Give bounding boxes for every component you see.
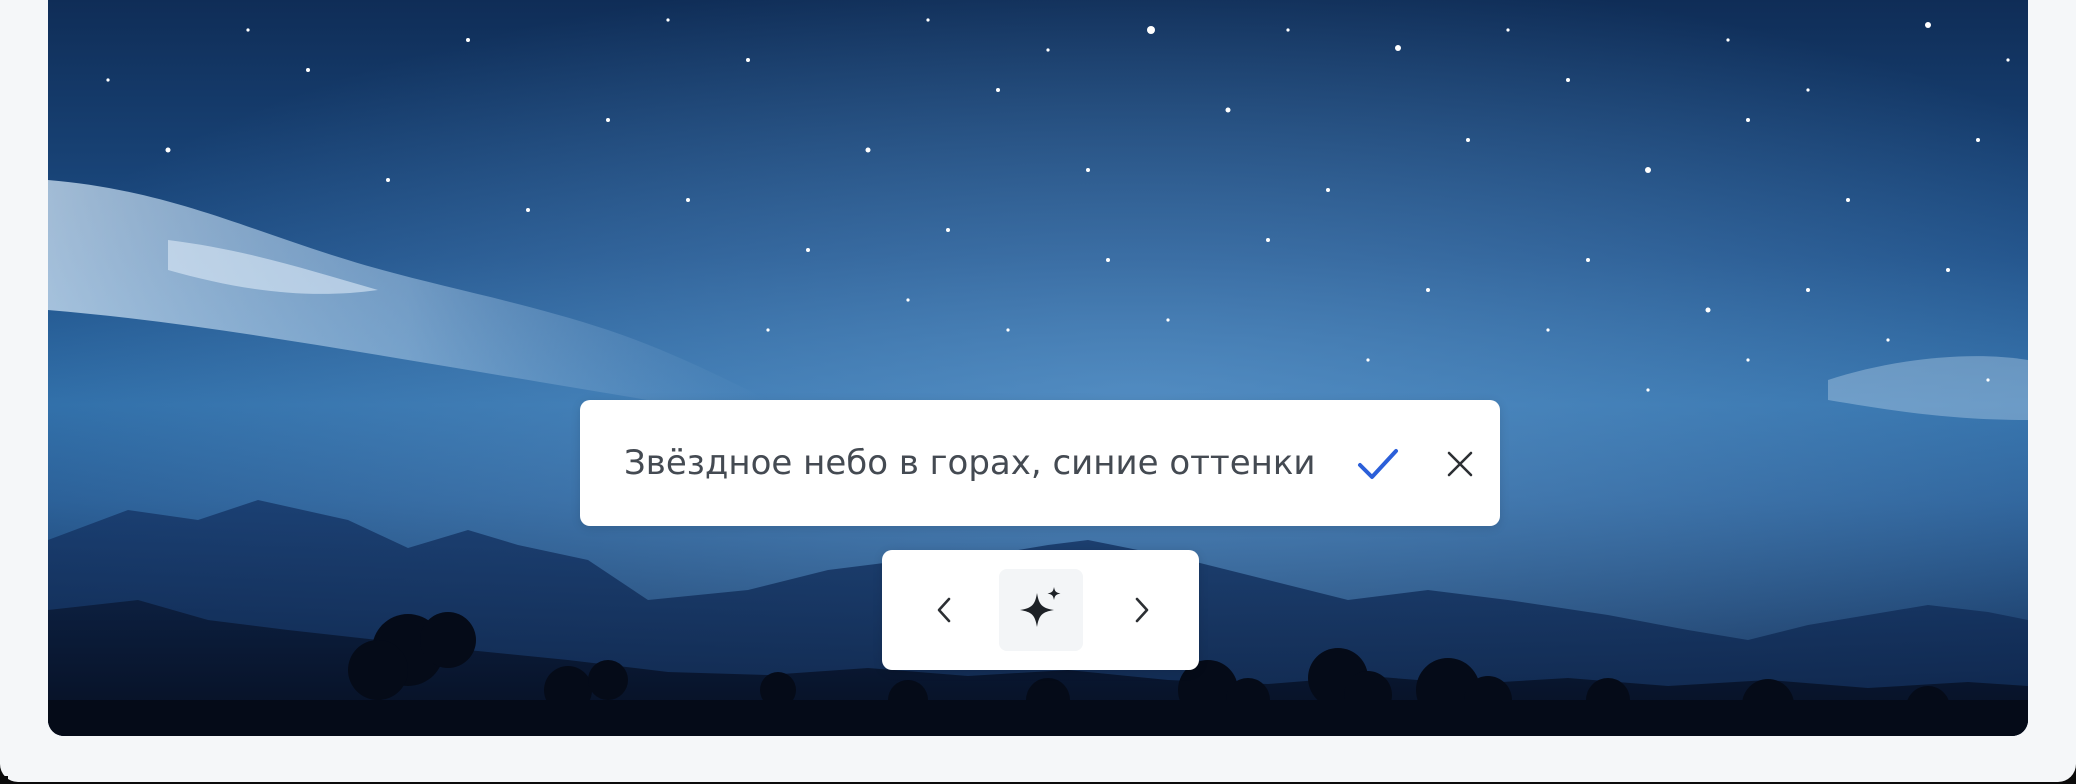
chevron-left-icon <box>937 597 951 623</box>
window-corner <box>0 776 8 784</box>
next-variant-button[interactable] <box>1120 588 1164 632</box>
prompt-editor: Звёздное небо в горах, синие оттенки <box>580 400 1500 526</box>
prompt-text[interactable]: Звёздное небо в горах, синие оттенки <box>624 400 1316 526</box>
chevron-right-icon <box>1135 597 1149 623</box>
confirm-button[interactable] <box>1350 436 1406 492</box>
close-icon <box>1447 451 1473 477</box>
app-frame: Звёздное небо в горах, синие оттенки <box>0 0 2076 782</box>
sparkle-icon <box>1020 587 1061 627</box>
cancel-button[interactable] <box>1432 436 1488 492</box>
variant-navigator <box>882 550 1199 670</box>
previous-variant-button[interactable] <box>922 588 966 632</box>
regenerate-button[interactable] <box>999 569 1083 651</box>
check-icon <box>1358 449 1398 479</box>
